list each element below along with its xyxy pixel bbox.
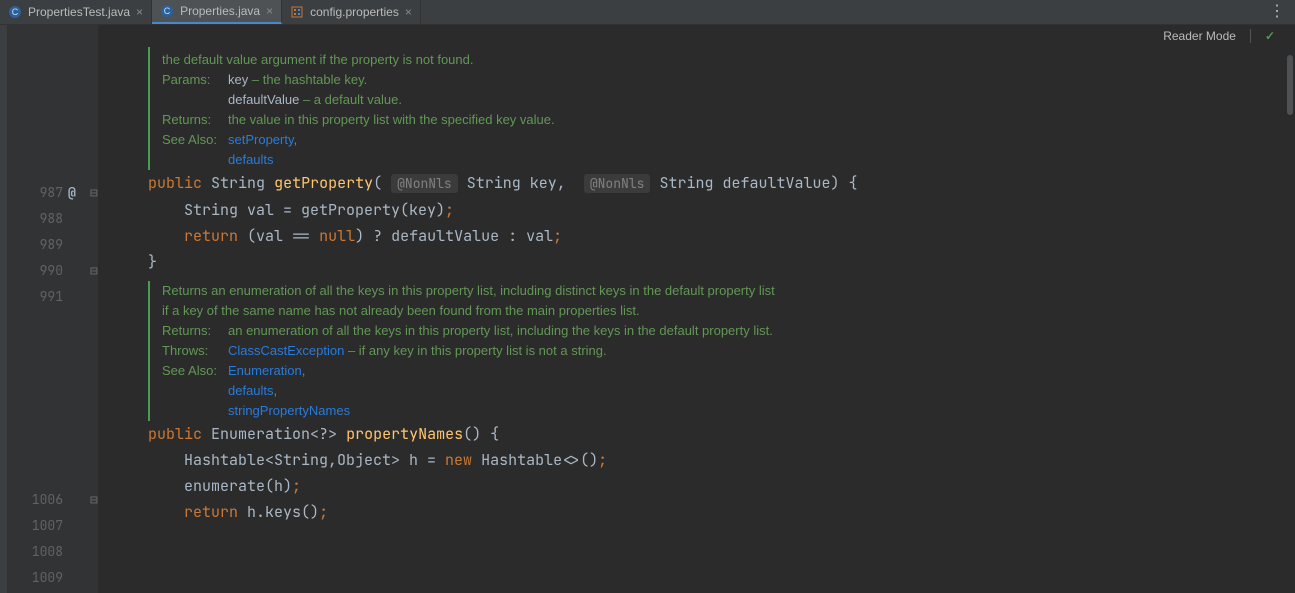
javadoc-returns: the value in this property list with the…	[228, 110, 555, 130]
divider	[1250, 29, 1251, 43]
javadoc-returns-label: Returns:	[162, 110, 220, 130]
javadoc-seealso-label: See Also:	[162, 130, 220, 150]
tab-label: Properties.java	[180, 4, 260, 18]
reader-mode-toggle[interactable]: Reader Mode	[1163, 29, 1236, 43]
javadoc-link[interactable]: defaults	[228, 152, 274, 167]
line-number: 988	[8, 210, 63, 227]
tab-properties-test[interactable]: C PropertiesTest.java ×	[0, 0, 152, 24]
java-class-icon: C	[160, 4, 174, 18]
svg-text:C: C	[12, 7, 19, 17]
fold-collapse-icon[interactable]: ⊟	[90, 184, 98, 201]
editor-tabbar: C PropertiesTest.java × C Properties.jav…	[0, 0, 1295, 25]
tab-label: PropertiesTest.java	[28, 5, 130, 19]
javadoc-link[interactable]: setProperty	[228, 132, 294, 147]
tab-config-properties[interactable]: config.properties ×	[282, 0, 421, 24]
close-icon[interactable]: ×	[266, 4, 273, 18]
javadoc-returns: an enumeration of all the keys in this p…	[228, 321, 773, 341]
fold-end-icon[interactable]: ⊟	[90, 262, 98, 279]
javadoc-seealso-label: See Also:	[162, 361, 220, 381]
scrollbar-marker-strip[interactable]	[1285, 25, 1295, 593]
line-number: 990	[8, 262, 63, 279]
javadoc-returns-label: Returns:	[162, 321, 220, 341]
line-number: 989	[8, 236, 63, 253]
gutter[interactable]: 987 @ ⊟ 988 989 990 ⊟ 991 1006 ⊟ 1007 10…	[8, 25, 98, 593]
tab-properties[interactable]: C Properties.java ×	[152, 0, 282, 24]
javadoc-getProperty: property list, the default property list…	[148, 30, 1295, 170]
javadoc-param-name: key	[228, 72, 248, 87]
javadoc-param-name: defaultValue	[228, 92, 299, 107]
override-icon[interactable]: @	[68, 184, 76, 201]
line-number: 1007	[8, 517, 63, 534]
javadoc-link[interactable]: ClassCastException	[228, 343, 344, 358]
javadoc-param-desc: – a default value.	[303, 92, 402, 107]
javadoc-link[interactable]: Enumeration	[228, 363, 302, 378]
left-toolwindow-strip[interactable]	[0, 25, 8, 593]
code-block-propertyNames[interactable]: public Enumeration<?> propertyNames() { …	[98, 421, 1295, 525]
javadoc-link[interactable]: stringPropertyNames	[228, 403, 350, 418]
tab-label: config.properties	[310, 5, 399, 19]
javadoc-summary: Returns an enumeration of all the keys i…	[162, 281, 782, 321]
line-number: 1006	[8, 491, 63, 508]
javadoc-param-desc: – the hashtable key.	[252, 72, 367, 87]
svg-text:C: C	[164, 6, 171, 16]
close-icon[interactable]: ×	[136, 5, 143, 19]
inspections-ok-icon[interactable]: ✓	[1265, 29, 1275, 43]
line-number: 987	[8, 184, 63, 201]
java-class-icon: C	[8, 5, 22, 19]
code-block-getProperty[interactable]: public String getProperty( @NonNls Strin…	[98, 170, 1295, 275]
code-viewport[interactable]: Reader Mode ✓ property list, the default…	[98, 25, 1295, 593]
fold-collapse-icon[interactable]: ⊟	[90, 491, 98, 508]
javadoc-throws-desc: – if any key in this property list is no…	[344, 343, 606, 358]
javadoc-propertyNames: Returns an enumeration of all the keys i…	[148, 281, 1295, 421]
editor-area: 987 @ ⊟ 988 989 990 ⊟ 991 1006 ⊟ 1007 10…	[0, 25, 1295, 593]
tab-menu-icon[interactable]: ⋮	[1269, 4, 1285, 20]
properties-file-icon	[290, 5, 304, 19]
line-number: 1008	[8, 543, 63, 560]
javadoc-link[interactable]: defaults	[228, 383, 274, 398]
close-icon[interactable]: ×	[405, 5, 412, 19]
javadoc-throws-label: Throws:	[162, 341, 220, 361]
line-number: 991	[8, 288, 63, 305]
line-number: 1009	[8, 569, 63, 586]
javadoc-params-label: Params:	[162, 70, 220, 90]
